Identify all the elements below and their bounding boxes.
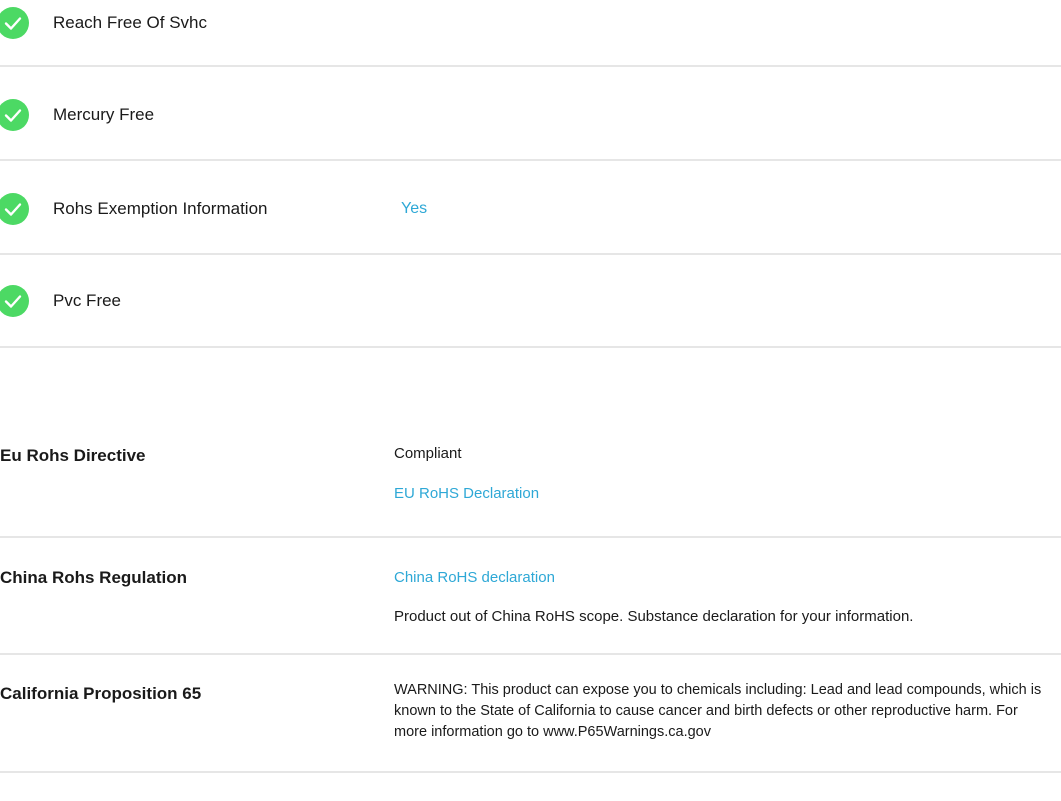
checklist-item-rohs-exemption: Rohs Exemption Information Yes xyxy=(0,186,1061,232)
eu-rohs-status: Compliant xyxy=(394,445,462,462)
california-prop65-label: California Proposition 65 xyxy=(0,684,202,703)
eu-rohs-label: Eu Rohs Directive xyxy=(0,446,146,465)
checklist-item-label: Rohs Exemption Information xyxy=(53,199,268,218)
checklist-item-reach: Reach Free Of Svhc xyxy=(0,0,1061,46)
divider xyxy=(0,65,1061,67)
checklist-item-label: Pvc Free xyxy=(53,291,122,310)
check-circle-icon xyxy=(0,7,29,39)
rohs-exemption-link[interactable]: Yes xyxy=(401,200,427,218)
environmental-compliance-panel: Reach Free Of Svhc Mercury Free Rohs Exe… xyxy=(0,0,1061,801)
divider xyxy=(0,536,1061,538)
california-prop65-warning: WARNING: This product can expose you to … xyxy=(394,682,1042,740)
checklist-item-mercury: Mercury Free xyxy=(0,92,1061,138)
checklist-item-label: Reach Free Of Svhc xyxy=(53,13,208,32)
check-circle-icon xyxy=(0,285,29,317)
eu-rohs-declaration-link[interactable]: EU RoHS Declaration xyxy=(394,485,539,502)
china-rohs-declaration-link[interactable]: China RoHS declaration xyxy=(394,569,555,586)
check-circle-icon xyxy=(0,193,29,225)
check-circle-icon xyxy=(0,99,29,131)
divider xyxy=(0,346,1061,348)
checklist-item-label: Mercury Free xyxy=(53,105,155,124)
divider xyxy=(0,253,1061,255)
china-rohs-label: China Rohs Regulation xyxy=(0,568,187,587)
divider xyxy=(0,771,1061,773)
divider xyxy=(0,159,1061,161)
divider xyxy=(0,653,1061,655)
checklist-item-pvc: Pvc Free xyxy=(0,278,1061,324)
china-rohs-note: Product out of China RoHS scope. Substan… xyxy=(394,608,914,625)
